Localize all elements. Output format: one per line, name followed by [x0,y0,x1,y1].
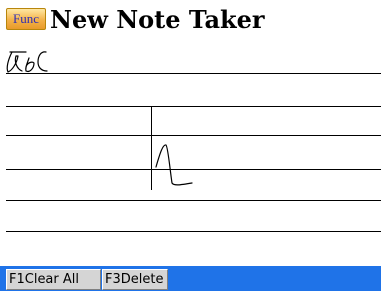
delete-button[interactable]: F3Delete [102,269,168,290]
handwritten-text [6,51,48,73]
func-button[interactable]: Func [6,8,46,30]
app-title: New Note Taker [50,5,265,34]
ruled-lines [6,73,381,232]
handwritten-stroke [155,144,193,186]
clear-all-button[interactable]: F1Clear All [6,269,101,290]
title-bar: Func New Note Taker [0,0,381,42]
handwriting-canvas[interactable] [0,42,381,266]
softkey-bar: F1Clear All F3Delete [0,266,381,291]
